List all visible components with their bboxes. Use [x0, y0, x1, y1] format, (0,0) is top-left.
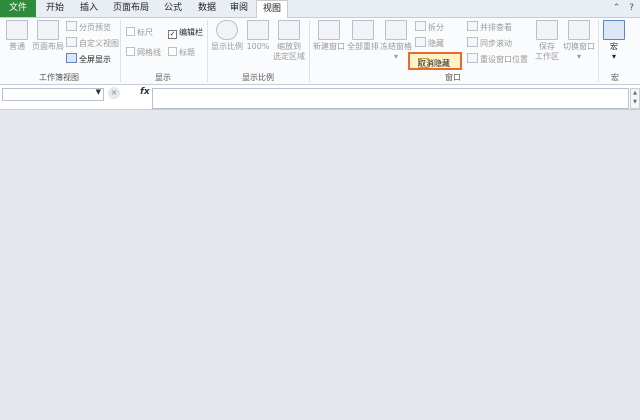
formula-bar-checkbox[interactable]: ✓ 编辑栏 — [168, 26, 203, 39]
custom-views-icon — [66, 37, 77, 47]
zoom-to-selection-button[interactable]: 缩放到 选定区域 — [272, 20, 306, 62]
chevron-down-icon[interactable]: ▼ — [631, 98, 639, 107]
page-layout-view-button[interactable]: 页面布局 — [32, 20, 64, 52]
checkbox-unchecked-icon — [168, 47, 177, 56]
minimize-ribbon-icon[interactable]: ⌃ — [613, 3, 621, 13]
tab-review[interactable]: 审阅 — [224, 0, 254, 17]
normal-view-icon — [6, 20, 28, 40]
group-label-macros: 宏 — [611, 73, 619, 82]
zoom-selection-icon — [278, 20, 300, 40]
formula-expand-scroll[interactable]: ▲ ▼ — [630, 88, 640, 109]
page-layout-icon — [37, 20, 59, 40]
gridlines-checkbox[interactable]: 网格线 — [126, 46, 161, 59]
zoom-100-icon — [247, 20, 269, 40]
side-by-side-icon — [467, 21, 478, 31]
formula-bar: ▼ ✕ fx ▲ ▼ — [0, 85, 640, 110]
formula-input[interactable] — [152, 88, 629, 109]
unhide-button[interactable]: 取消隐藏 — [408, 52, 462, 70]
magnifier-icon — [216, 20, 238, 40]
hide-button[interactable]: 隐藏 — [415, 37, 444, 50]
zoom-button[interactable]: 显示比例 — [210, 20, 244, 52]
save-workspace-icon — [536, 20, 558, 40]
chevron-up-icon[interactable]: ▲ — [631, 89, 639, 98]
view-side-by-side-button[interactable]: 并排查看 — [467, 21, 512, 34]
custom-views-button[interactable]: 自定义视图 — [66, 37, 119, 50]
switch-windows-button[interactable]: 切换窗口 ▾ — [562, 20, 596, 62]
chevron-down-icon[interactable]: ▼ — [96, 88, 101, 96]
ribbon-view: 普通 页面布局 分页预览 自定义视图 全屏显示 工作簿视图 标尺 ✓ 编辑栏 网格… — [0, 18, 640, 85]
group-label-show: 显示 — [155, 73, 171, 82]
tab-formulas[interactable]: 公式 — [158, 0, 188, 17]
page-break-icon — [66, 21, 77, 31]
workbook-area — [0, 110, 640, 420]
new-window-button[interactable]: 新建窗口 — [312, 20, 346, 52]
tab-page-layout[interactable]: 页面布局 — [108, 0, 154, 17]
new-window-icon — [318, 20, 340, 40]
insert-function-icon[interactable]: fx — [140, 87, 150, 97]
ribbon-tab-bar: 文件 开始 插入 页面布局 公式 数据 审阅 视图 ⌃ ? — [0, 0, 640, 18]
chevron-down-icon: ▾ — [611, 52, 616, 61]
checkbox-unchecked-icon — [126, 27, 135, 36]
reset-window-position-button[interactable]: 重设窗口位置 — [467, 53, 528, 66]
split-icon — [415, 21, 426, 31]
full-screen-button[interactable]: 全屏显示 — [66, 53, 111, 66]
tab-file[interactable]: 文件 — [0, 0, 36, 17]
ruler-checkbox[interactable]: 标尺 — [126, 26, 153, 39]
checkbox-unchecked-icon — [126, 47, 135, 56]
checkbox-checked-icon: ✓ — [168, 30, 177, 39]
group-label-window: 窗口 — [445, 73, 461, 82]
chevron-down-icon: ▾ — [576, 52, 581, 61]
tab-home[interactable]: 开始 — [40, 0, 70, 17]
arrange-all-button[interactable]: 全部重排 — [346, 20, 380, 52]
arrange-all-icon — [352, 20, 374, 40]
tab-data[interactable]: 数据 — [192, 0, 222, 17]
tab-insert[interactable]: 插入 — [74, 0, 104, 17]
page-break-preview-button[interactable]: 分页预览 — [66, 21, 111, 34]
switch-windows-icon — [568, 20, 590, 40]
group-label-zoom: 显示比例 — [242, 73, 274, 82]
save-workspace-button[interactable]: 保存 工作区 — [532, 20, 562, 62]
group-label-workbook-views: 工作簿视图 — [39, 73, 79, 82]
split-button[interactable]: 拆分 — [415, 21, 444, 34]
freeze-panes-icon — [385, 20, 407, 40]
sync-scroll-button[interactable]: 同步滚动 — [467, 37, 512, 50]
macros-icon — [603, 20, 625, 40]
help-icon[interactable]: ? — [629, 3, 634, 13]
name-box[interactable]: ▼ — [2, 88, 104, 101]
window-controls: ⌃ ? — [607, 3, 634, 13]
headings-checkbox[interactable]: 标题 — [168, 46, 195, 59]
macros-button[interactable]: 宏 ▾ — [601, 20, 627, 62]
full-screen-icon — [66, 53, 77, 63]
sync-scroll-icon — [467, 37, 478, 47]
tab-view[interactable]: 视图 — [256, 0, 288, 18]
hide-icon — [415, 37, 426, 47]
cancel-icon[interactable]: ✕ — [108, 87, 120, 99]
reset-position-icon — [467, 53, 478, 63]
normal-view-button[interactable]: 普通 — [4, 20, 30, 52]
zoom-100-button[interactable]: 100% — [246, 20, 270, 52]
